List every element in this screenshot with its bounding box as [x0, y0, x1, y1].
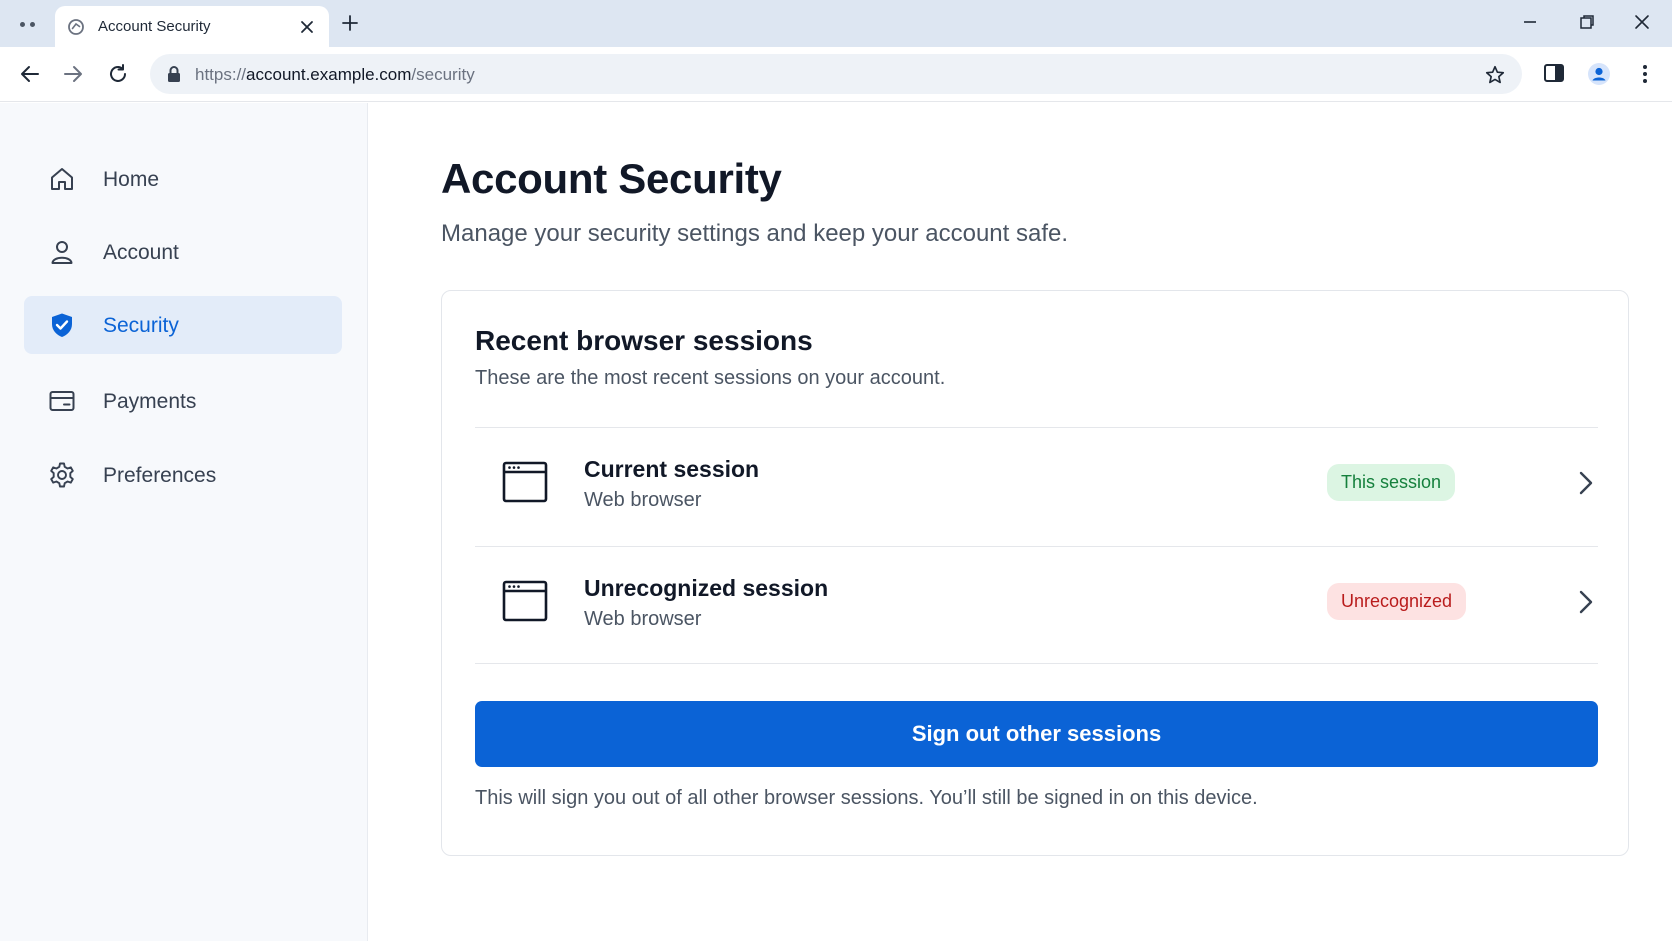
url-path: /security [411, 65, 475, 84]
chevron-right-icon[interactable] [1578, 589, 1594, 615]
bookmark-star-icon[interactable] [1484, 64, 1506, 86]
session-name: Unrecognized session [584, 575, 829, 601]
sidebar: Home Account Security Payments Preferenc… [0, 103, 368, 941]
sidebar-item-payments[interactable]: Payments [24, 372, 342, 430]
profile-avatar-icon[interactable] [1587, 62, 1611, 86]
tab-title: Account Security [98, 18, 211, 35]
close-window-icon[interactable] [1632, 12, 1652, 32]
sign-out-note: This will sign you out of all other brow… [475, 787, 1258, 809]
sign-out-other-sessions-button[interactable]: Sign out other sessions [475, 701, 1598, 767]
forward-icon[interactable] [61, 62, 85, 86]
card-description: These are the most recent sessions on yo… [475, 367, 946, 389]
new-tab-icon[interactable] [340, 13, 360, 33]
restore-icon[interactable] [1577, 12, 1597, 32]
sessions-card: Recent browser sessions These are the mo… [441, 290, 1629, 856]
back-icon[interactable] [18, 62, 42, 86]
status-badge: This session [1327, 464, 1456, 501]
more-menu-icon[interactable] [1633, 62, 1657, 86]
sidebar-item-label: Payments [103, 390, 197, 413]
person-icon [48, 238, 76, 266]
favicon-icon [67, 18, 85, 36]
browser-tab[interactable]: Account Security [55, 6, 329, 47]
browser-window-icon [502, 580, 548, 622]
session-row-unrecognized[interactable]: Unrecognized session Web browser Unrecog… [475, 547, 1598, 665]
home-icon [48, 165, 76, 193]
session-row-current[interactable]: Current session Web browser This session [475, 428, 1598, 546]
url-host: account.example.com [246, 65, 412, 84]
minimize-icon[interactable] [1520, 12, 1540, 32]
side-panel-icon[interactable] [1543, 62, 1565, 84]
page-title: Account Security [441, 155, 782, 202]
url-scheme: https:// [195, 65, 247, 84]
sidebar-item-security[interactable]: Security [24, 296, 342, 354]
card-title: Recent browser sessions [475, 325, 813, 356]
session-name: Current session [584, 456, 760, 482]
browser-toolbar: https://account.example.com/security [0, 47, 1672, 102]
url-text: https://account.example.com/security [195, 65, 475, 85]
lock-icon[interactable] [166, 65, 182, 83]
sidebar-item-account[interactable]: Account [24, 223, 342, 281]
sidebar-item-preferences[interactable]: Preferences [24, 446, 342, 504]
sidebar-item-label: Home [103, 168, 160, 191]
chevron-right-icon[interactable] [1578, 470, 1594, 496]
address-bar[interactable]: https://account.example.com/security [150, 54, 1522, 94]
sidebar-item-label: Security [103, 314, 179, 337]
tab-strip: Account Security [0, 0, 1672, 47]
shield-check-icon [48, 311, 76, 339]
sidebar-item-label: Preferences [103, 464, 217, 487]
sidebar-item-home[interactable]: Home [24, 150, 342, 208]
sidebar-item-label: Account [103, 241, 179, 264]
page-subtitle: Manage your security settings and keep y… [441, 220, 1069, 247]
card-icon [48, 387, 76, 415]
reload-icon[interactable] [106, 62, 130, 86]
status-badge: Unrecognized [1327, 583, 1467, 620]
browser-window-icon [502, 461, 548, 503]
session-type: Web browser [584, 608, 702, 630]
divider [475, 663, 1598, 664]
session-type: Web browser [584, 489, 702, 511]
tab-search-icon[interactable] [14, 12, 40, 36]
tab-close-icon[interactable] [298, 18, 316, 36]
gear-icon [48, 461, 76, 489]
